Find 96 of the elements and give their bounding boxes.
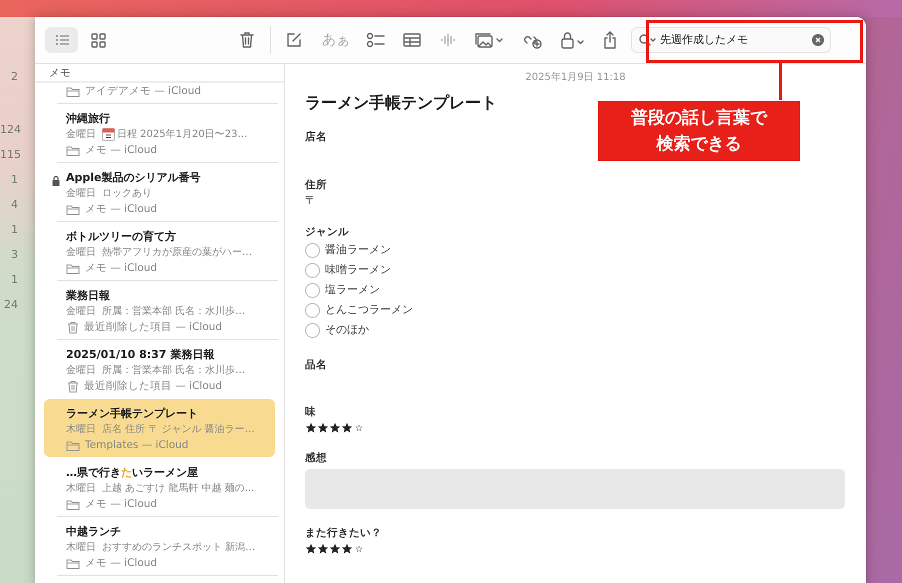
note-title: ラーメン手帳テンプレート [66,406,199,422]
note-folder: Templates — iCloud [85,438,188,453]
note-heading: ラーメン手帳テンプレート [305,92,498,114]
item-count: 24 [3,297,19,313]
field-label: 感想 [305,450,327,466]
note-preview: 所属：営業本部 氏名：水川歩… [102,304,246,319]
note-day: 木曜日 [66,540,96,555]
field-label: 味 [305,405,316,420]
note-folder: メモ — iCloud [85,497,158,512]
clear-icon[interactable] [812,34,824,46]
note-location[interactable]: アイデアメモ — iCloud [44,83,275,103]
radio-circle[interactable] [305,263,320,278]
note-day: 木曜日 [66,481,96,496]
note-day: 金曜日 [66,186,96,201]
item-count: 3 [10,247,19,263]
option-label: とんこつラーメン [325,302,413,318]
option-label: そのほか [325,322,369,338]
note-folder: メモ — iCloud [85,556,158,571]
option-label: 塩ラーメン [325,282,380,298]
filled-star-icon [329,542,341,554]
audio-icon [440,31,456,49]
note-folder: アイデアメモ — iCloud [85,84,202,99]
field-label: また行きたい？ [305,526,382,541]
note-title: …県で行き たいラーメン屋 [66,465,199,481]
lock-icon [560,31,586,49]
search-field[interactable]: 先週作成したメモ [660,32,800,48]
radio-circle[interactable] [305,283,320,298]
note-preview: 熱帯アフリカが原産の葉がハー… [102,246,252,260]
note-list-item[interactable]: ボトルツリーの育て方 金曜日 熱帯アフリカが原産の葉がハー… メモ — iCloud [44,222,275,280]
note-day: 金曜日 [66,363,96,378]
filled-star-icon [317,542,329,554]
note-preview: 店名 住所 〒 ジャンル 醤油ラー… [102,422,255,437]
note-preview: 所属：営業本部 氏名：水川歩… [102,364,246,378]
compose-icon [285,31,303,49]
item-count: 1 [10,172,19,188]
note-preview: おすすめのランチスポット 新潟… [102,540,256,555]
search-icon [638,33,656,47]
radio-circle[interactable] [305,303,320,318]
note-list-item[interactable]: 中越ランチ 木曜日 おすすめのランチスポット 新潟… メモ — iCloud [44,517,275,575]
item-count: 124 [0,122,22,138]
checklist-icon [366,31,386,49]
note-day: 金曜日 [66,304,96,319]
note-title: 中越ランチ [66,524,122,540]
item-count: 1 [10,222,19,238]
note-title: Apple製品のシリアル番号 [66,170,202,186]
filled-star-icon [305,422,317,434]
field-label: 店名 [305,130,327,145]
note-list-item[interactable]: ラーメン手帳テンプレート 木曜日 店名 住所 〒 ジャンル 醤油ラー… Templates — iCloud [44,399,275,457]
filled-star-icon [317,422,329,434]
note-list-item[interactable]: 沖縄旅行 金曜日 日程 2025年1月20日〜23… メモ — iCloud [44,104,275,162]
note-title: 業務日報 [66,288,111,304]
filled-star-icon [329,422,341,434]
field-label: ジャンル [305,225,349,240]
list-header: メモ [35,64,284,83]
grid-icon [90,32,108,48]
item-count: 1 [10,272,19,288]
field-label: 住所 [305,178,327,192]
note-date: 2025年1月9日 11:18 [524,71,627,85]
media-icon [474,31,504,49]
note-folder: 最近削除した項目 — iCloud [84,320,222,335]
leader-line [779,63,782,100]
option-label: 醤油ラーメン [325,242,391,258]
field-label: 品名 [305,358,327,372]
item-count: 4 [10,197,19,213]
filled-star-icon [341,542,353,554]
callout-label: 普段の話し言葉で 検索できる [597,100,801,162]
note-list-item[interactable]: …県で行き たいラーメン屋 木曜日 上越 あごすけ 龍馬軒 中越 麺の... メモ — iCloud [44,458,275,516]
note-preview: 上越 あごすけ 龍馬軒 中越 麺の... [102,482,254,496]
note-preview: 日程 2025年1月20日〜23… [102,127,248,142]
note-folder: 最近削除した項目 — iCloud [84,379,222,394]
filled-star-icon [341,422,353,434]
note-day: 木曜日 [66,422,96,437]
radio-circle[interactable] [305,243,320,258]
delete-icon [239,31,255,49]
note-folder: メモ — iCloud [85,261,158,276]
note-list-item[interactable]: 業務日報 金曜日 所属：営業本部 氏名：水川歩… 最近削除した項目 — iCloud [44,281,275,339]
item-count: 2 [10,69,19,85]
search-bar[interactable]: 先週作成したメモ [631,27,831,53]
note-folder: メモ — iCloud [85,143,158,158]
list-view-button[interactable] [45,27,78,53]
note-title: 2025/01/10 8:37 業務日報 [66,347,216,363]
note-preview: ロックあり [102,187,152,201]
filled-star-icon [305,542,317,554]
note-list-item[interactable]: 2025/01/10 8:37 業務日報 金曜日 所属：営業本部 氏名：水川歩… 最近削除した項目 — iCloud [44,340,275,398]
table-icon [402,31,422,49]
field-value: 〒 [305,194,316,207]
note-folder: メモ — iCloud [85,202,158,217]
note-list-item[interactable]: Apple製品のシリアル番号 金曜日 ロックあり メモ — iCloud [44,163,275,221]
radio-circle[interactable] [305,323,320,338]
note-title: ボトルツリーの育て方 [66,229,177,245]
note-title: 沖縄旅行 [66,111,111,127]
option-label: 味噌ラーメン [325,262,391,278]
note-day: 金曜日 [66,245,96,260]
item-count: 115 [0,147,22,163]
share-icon [602,31,618,49]
note-day: 金曜日 [66,127,96,142]
